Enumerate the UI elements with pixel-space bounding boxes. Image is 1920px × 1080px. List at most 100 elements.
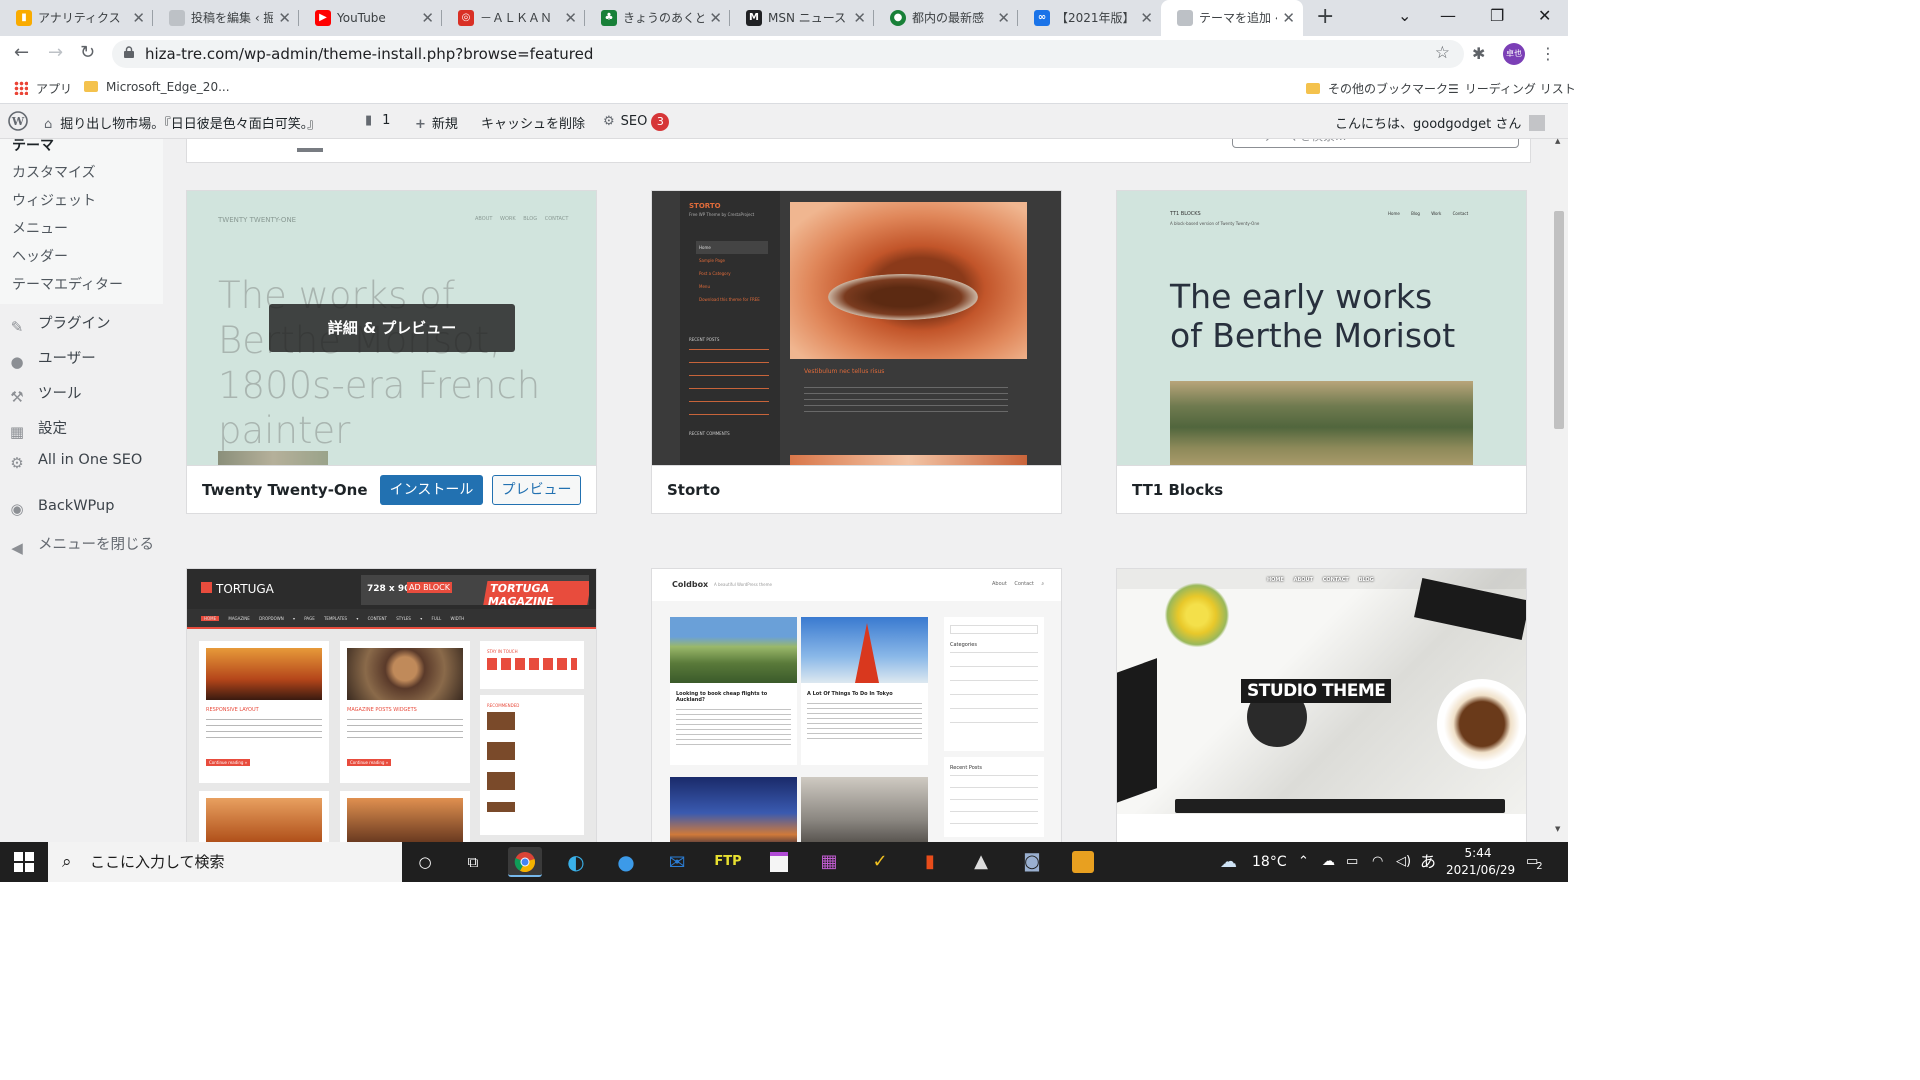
minimize-icon[interactable]: — [1440,6,1456,25]
scroll-up-icon[interactable]: ▲ [1555,137,1560,145]
norton-icon[interactable]: ✓ [863,847,897,877]
preview-button[interactable]: プレビュー [492,475,581,505]
theme-screenshot[interactable]: Coldbox A beautiful WordPress theme Abou… [652,569,1061,842]
page-scrollbar[interactable]: ▲ ▼ [1550,137,1568,842]
weather-cloud-icon[interactable]: ☁ [1220,842,1237,882]
close-tab-icon[interactable]: ✕ [853,0,866,36]
camera-icon[interactable]: ◙ [1015,847,1049,877]
theme-card[interactable]: STORTO Free WP Theme by CrestaProject Ho… [651,190,1062,514]
notifications-icon[interactable]: ▭2 [1526,842,1545,883]
battery-icon[interactable]: ▭ [1346,842,1358,882]
sidebar-item-users[interactable]: ● ユーザー [8,347,95,371]
taskbar-search-input[interactable]: ⌕ ここに入力して検索 [48,842,402,882]
submenu-themes[interactable]: テーマ [12,135,54,155]
close-tab-icon[interactable]: ✕ [1140,0,1153,36]
scroll-down-icon[interactable]: ▼ [1555,825,1560,833]
url-text[interactable]: hiza-tre.com/wp-admin/theme-install.php?… [145,45,593,63]
submenu-customize[interactable]: カスタマイズ [12,162,96,182]
submenu-header[interactable]: ヘッダー [12,246,68,266]
sidebar-item-backwpup[interactable]: ◉ BackWPup [8,498,114,518]
browser-tab[interactable]: ∞ 【2021年版】目 ✕ [1018,0,1161,36]
submenu-menus[interactable]: メニュー [12,218,68,238]
windows-start-icon[interactable] [14,852,34,876]
bookmark-apps[interactable]: アプリ [14,80,72,97]
theme-card[interactable]: TWENTY TWENTY-ONE ABOUT WORK BLOG CONTAC… [186,190,597,514]
theme-search-input[interactable]: テーマを検索... [1232,139,1519,148]
task-view-icon[interactable]: ⧉ [456,847,490,877]
theme-card[interactable]: TORTUGA 728 x 90 AD BLOCK TORTUGA MAGAZI… [186,568,597,842]
admin-comments[interactable]: ▮ 1 [365,113,390,128]
chrome-icon[interactable] [508,847,542,877]
volume-icon[interactable]: ◁) [1396,842,1411,882]
admin-clear-cache[interactable]: キャッシュを削除 [481,113,585,132]
admin-new[interactable]: + 新規 [415,113,458,132]
browser-tab[interactable]: ● 都内の最新感 ✕ [874,0,1018,36]
tab-search-icon[interactable]: ⌄ [1398,6,1411,25]
theme-card[interactable]: HOME ABOUT CONTACT BLOG STUDIO THEME [1116,568,1527,842]
sidebar-item-aioseo[interactable]: ⚙ All in One SEO [8,452,142,472]
theme-card[interactable]: TT1 BLOCKS A block-based version of Twen… [1116,190,1527,514]
browser-tab[interactable]: ▶ YouTube ✕ [299,0,442,36]
bookmark-star-icon[interactable]: ☆ [1435,43,1450,63]
theme-screenshot[interactable]: HOME ABOUT CONTACT BLOG STUDIO THEME [1117,569,1526,842]
theme-screenshot[interactable]: TORTUGA 728 x 90 AD BLOCK TORTUGA MAGAZI… [187,569,596,842]
sidebar-item-plugins[interactable]: ✎ プラグイン [8,312,111,336]
close-window-icon[interactable]: ✕ [1538,6,1551,25]
address-bar[interactable]: hiza-tre.com/wp-admin/theme-install.php?… [112,40,1464,68]
close-tab-icon[interactable]: ✕ [278,0,291,36]
cortana-icon[interactable]: ○ [408,847,442,877]
details-preview-button[interactable]: 詳細 & プレビュー [269,304,515,352]
install-button[interactable]: インストール [380,475,483,505]
theme-screenshot[interactable]: TWENTY TWENTY-ONE ABOUT WORK BLOG CONTAC… [187,191,596,465]
theme-screenshot[interactable]: TT1 BLOCKS A block-based version of Twen… [1117,191,1526,465]
reload-icon[interactable]: ↻ [80,42,95,63]
bookmark-folder[interactable]: Microsoft_Edge_20... [84,80,230,94]
extensions-icon[interactable]: ✱ [1472,44,1485,63]
sidebar-item-settings[interactable]: ▦ 設定 [8,417,67,441]
browser-tab[interactable]: ▮ アナリティクス ✕ [0,0,153,36]
close-tab-icon[interactable]: ✕ [132,0,145,36]
forward-icon[interactable]: → [48,42,63,63]
tray-chevron-icon[interactable]: ⌃ [1298,842,1309,882]
app-icon[interactable]: ▲ [964,847,998,877]
sidebar-collapse-menu[interactable]: ◀ メニューを閉じる [8,533,154,557]
ime-indicator[interactable]: あ [1420,842,1436,882]
profile-avatar[interactable]: 卓也 [1503,43,1525,65]
onedrive-icon[interactable]: ☁ [1322,842,1335,882]
browser-tab[interactable]: M MSN ニュース ✕ [730,0,874,36]
browser-tab[interactable]: ◎ －ＡＬＫＡＮ ✕ [442,0,585,36]
browser-tab[interactable]: ♣ きょうのあくどさ ✕ [585,0,730,36]
theme-screenshot[interactable]: STORTO Free WP Theme by CrestaProject Ho… [652,191,1061,465]
more-menu-icon[interactable]: ⋮ [1540,44,1556,63]
globe-icon[interactable]: ● [609,847,643,877]
close-tab-icon[interactable]: ✕ [421,0,434,36]
admin-site-name[interactable]: ⌂ 掘り出し物市場。『日日彼是色々面白可笑。』 [44,113,320,132]
app-icon[interactable] [1066,847,1100,877]
maximize-icon[interactable]: ❐ [1490,6,1504,25]
browser-tab[interactable]: 投稿を編集 ‹ 掘 ✕ [153,0,299,36]
submenu-theme-editor[interactable]: テーマエディター [12,274,123,294]
admin-account[interactable]: こんにちは、goodgodget さん [1335,113,1546,132]
bookmark-other[interactable]: その他のブックマーク [1306,80,1448,97]
reading-list[interactable]: ☰ リーディング リスト [1448,80,1576,97]
close-tab-icon[interactable]: ✕ [564,0,577,36]
scrollbar-thumb[interactable] [1554,211,1564,429]
clock[interactable]: 5:44 2021/06/29 [1446,845,1515,879]
photos-icon[interactable]: ▦ [812,847,846,877]
weather-temperature[interactable]: 18°C [1252,842,1287,882]
theme-card[interactable]: Coldbox A beautiful WordPress theme Abou… [651,568,1062,842]
close-tab-icon[interactable]: ✕ [709,0,722,36]
admin-seo[interactable]: ⚙ SEO 3 [603,113,670,131]
ftp-icon[interactable]: FTP [711,847,745,877]
wordpress-logo-icon[interactable]: W [8,111,28,135]
submenu-widgets[interactable]: ウィジェット [12,190,96,210]
sidebar-item-tools[interactable]: ⚒ ツール [8,382,81,406]
wifi-icon[interactable]: ◠ [1372,842,1383,882]
edge-icon[interactable]: ◐ [559,847,593,877]
mail-icon[interactable]: ✉ [660,847,694,877]
office-icon[interactable]: ▮ [913,847,947,877]
browser-tab-active[interactable]: テーマを追加 ‹ 掘 ✕ [1161,0,1303,36]
sticky-notes-icon[interactable] [762,847,796,877]
close-tab-icon[interactable]: ✕ [997,0,1010,36]
back-icon[interactable]: ← [14,42,29,63]
